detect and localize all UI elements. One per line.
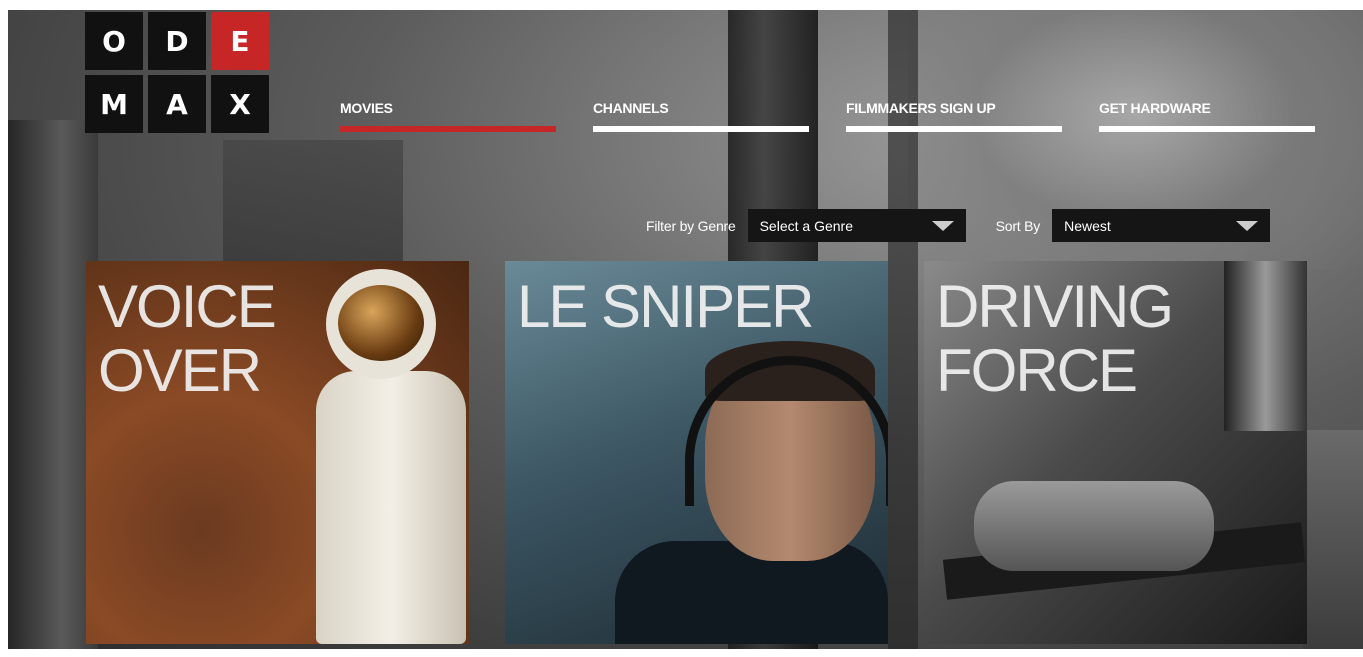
- nav-label: GET HARDWARE: [1099, 100, 1211, 116]
- background-woman-face: [8, 120, 98, 649]
- movie-tile-le-sniper[interactable]: LE SNIPER: [505, 261, 888, 644]
- logo-letter: D: [148, 12, 206, 70]
- caret-down-icon: [931, 220, 954, 231]
- movie-grid: VOICE OVER LE SNIPER DRIVING FORCE: [86, 261, 1307, 644]
- nav-item-channels[interactable]: CHANNELS: [593, 98, 809, 132]
- nav-label: FILMMAKERS SIGN UP: [846, 100, 996, 116]
- filter-bar: Filter by Genre Select a Genre Sort By N…: [646, 209, 1271, 242]
- odemax-logo[interactable]: O D E M A X: [85, 12, 269, 133]
- background-city: [1303, 430, 1363, 649]
- nav-label: CHANNELS: [593, 100, 669, 116]
- logo-letter: M: [85, 75, 143, 133]
- genre-select[interactable]: Select a Genre: [747, 209, 966, 242]
- movie-title: VOICE OVER: [98, 273, 277, 404]
- movie-title: DRIVING FORCE: [936, 273, 1174, 404]
- logo-letter: A: [148, 75, 206, 133]
- driver-hand: [974, 481, 1214, 571]
- sort-select[interactable]: Newest: [1052, 209, 1271, 242]
- logo-letter: E: [211, 12, 269, 70]
- movie-tile-voice-over[interactable]: VOICE OVER: [86, 261, 469, 644]
- movie-title: LE SNIPER: [517, 273, 814, 340]
- driver-face: [1224, 261, 1307, 431]
- genre-filter-label: Filter by Genre: [646, 217, 736, 234]
- movie-tile-driving-force[interactable]: DRIVING FORCE: [924, 261, 1307, 644]
- page-frame: O D E M A X MOVIES CHANNELS FILMMAKERS S…: [8, 10, 1363, 649]
- astronaut-visor: [338, 285, 424, 361]
- nav-underline: [1099, 126, 1315, 132]
- nav-item-filmmakers-sign-up[interactable]: FILMMAKERS SIGN UP: [846, 98, 1062, 132]
- astronaut-suit: [316, 371, 466, 644]
- nav-item-get-hardware[interactable]: GET HARDWARE: [1099, 98, 1315, 132]
- nav-item-movies[interactable]: MOVIES: [340, 98, 556, 132]
- logo-letter: X: [211, 75, 269, 133]
- nav-active-underline: [340, 126, 556, 132]
- nav-underline: [846, 126, 1062, 132]
- nav-underline: [593, 126, 809, 132]
- sort-label: Sort By: [995, 217, 1041, 234]
- sort-select-value: Newest: [1064, 217, 1111, 234]
- nav-label: MOVIES: [340, 100, 393, 116]
- logo-letter: O: [85, 12, 143, 70]
- genre-select-value: Select a Genre: [759, 217, 853, 234]
- caret-down-icon: [1236, 220, 1259, 231]
- main-nav: MOVIES CHANNELS FILMMAKERS SIGN UP GET H…: [340, 98, 1315, 132]
